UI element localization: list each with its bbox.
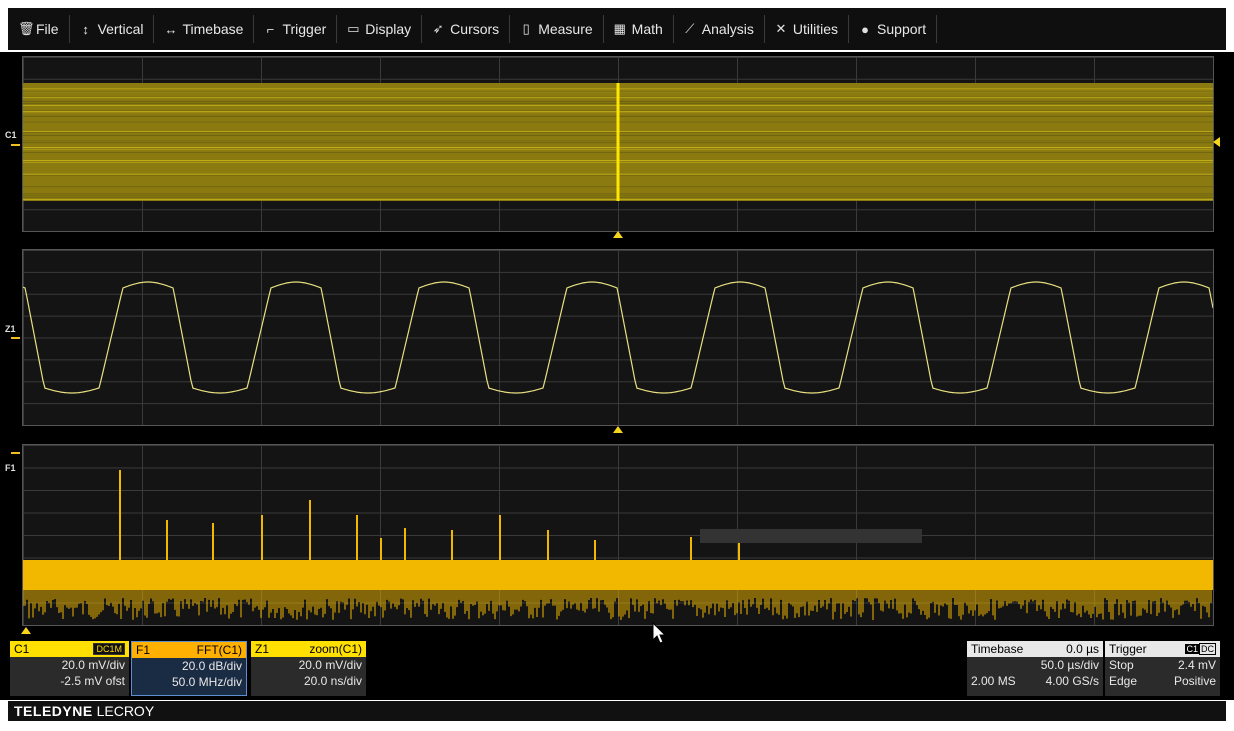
timebase-per-div: 50.0 µs/div <box>1040 658 1099 672</box>
trigger-coupling: DC <box>1199 643 1216 655</box>
trigger-title: Trigger <box>1109 642 1147 656</box>
menu-file[interactable]: 🗑 File <box>8 15 70 43</box>
menu-label: Support <box>877 21 927 37</box>
measure-icon: ▯ <box>522 21 530 36</box>
menu-label: Analysis <box>701 21 754 37</box>
zoom-position-marker[interactable] <box>613 426 623 433</box>
brand-bold: TELEDYNE <box>14 703 93 719</box>
z1-trace-grid[interactable] <box>22 249 1214 426</box>
trigger-position-marker[interactable] <box>613 231 623 238</box>
c1-descriptor[interactable]: C1 DC1M 20.0 mV/div -2.5 mV ofst <box>10 641 129 696</box>
menu-label: File <box>36 21 59 37</box>
z1-descriptor-header: Z1 zoom(C1) <box>251 641 366 657</box>
info-icon: ● <box>861 21 869 37</box>
trigger-flag-icon: ⌐ <box>266 21 275 37</box>
menu-label: Measure <box>538 21 593 37</box>
timebase-descriptor[interactable]: Timebase 0.0 µs 50.0 µs/div 2.00 MS 4.00… <box>967 641 1103 696</box>
menu-label: Trigger <box>282 21 327 37</box>
f1-descriptor[interactable]: F1 FFT(C1) 20.0 dB/div 50.0 MHz/div <box>131 641 247 696</box>
menu-label: Timebase <box>182 21 244 37</box>
z1-descriptor[interactable]: Z1 zoom(C1) 20.0 mV/div 20.0 ns/div <box>251 641 366 696</box>
f1-overlay-bar <box>700 529 922 543</box>
trigger-type-row: Edge Positive <box>1105 673 1220 689</box>
z1-hdiv: 20.0 ns/div <box>303 674 362 688</box>
trigger-source: C1 <box>1185 644 1199 654</box>
menu-math[interactable]: ▦ Math <box>604 15 674 43</box>
f1-descriptor-header: F1 FFT(C1) <box>132 642 246 658</box>
z1-vdiv: 20.0 mV/div <box>298 658 362 672</box>
z1-offset-marker[interactable] <box>11 337 20 339</box>
menu-label: Vertical <box>97 21 144 37</box>
mouse-pointer-icon <box>652 622 667 644</box>
display-icon: ▭ <box>347 21 360 36</box>
c1-descriptor-header: C1 DC1M <box>10 641 129 657</box>
trigger-level: 2.4 mV <box>1177 658 1216 672</box>
trigger-source-badge: C1 DC <box>1185 641 1216 657</box>
trigger-mode: Stop <box>1109 658 1134 672</box>
tools-icon: ✕ <box>775 21 787 36</box>
menu-support[interactable]: ● Support <box>849 15 938 43</box>
timebase-header: Timebase 0.0 µs <box>967 641 1103 657</box>
brand-logo: TELEDYNE LECROY <box>8 701 1226 721</box>
f1-trace-label: F1 <box>5 463 16 473</box>
c1-vdiv: 20.0 mV/div <box>61 658 125 672</box>
z1-trace <box>23 281 1213 394</box>
timebase-samples: 2.00 MS <box>971 674 1016 688</box>
f1-trace <box>23 470 1213 620</box>
menu-measure[interactable]: ▯ Measure <box>510 15 604 43</box>
c1-trace-grid[interactable] <box>22 56 1214 232</box>
menu-utilities[interactable]: ✕ Utilities <box>765 15 850 43</box>
z1-function: zoom(C1) <box>309 642 362 656</box>
z1-name: Z1 <box>255 642 270 656</box>
f1-hdiv: 50.0 MHz/div <box>171 675 242 689</box>
c1-name: C1 <box>14 642 30 656</box>
brand-normal: LECROY <box>96 703 155 719</box>
trigger-mode-row: Stop 2.4 mV <box>1105 657 1220 673</box>
menu-label: Math <box>631 21 663 37</box>
c1-offset: -2.5 mV ofst <box>60 674 125 688</box>
menu-vertical[interactable]: ↕ Vertical <box>70 15 155 43</box>
z1-trace-label: Z1 <box>5 324 16 334</box>
menu-label: Cursors <box>450 21 500 37</box>
timebase-title: Timebase <box>971 642 1024 656</box>
cursor-pointer-icon: ➶ <box>432 21 444 36</box>
menu-bar: 🗑 File ↕ Vertical ↔ Timebase ⌐ Trigger ▭ Disp… <box>8 8 1226 50</box>
f1-reference-marker[interactable] <box>21 627 31 634</box>
f1-vdiv: 20.0 dB/div <box>181 659 242 673</box>
timebase-delay: 0.0 µs <box>1066 642 1099 656</box>
horizontal-arrows-icon: ↔ <box>164 21 178 37</box>
trigger-slope: Positive <box>1173 674 1216 688</box>
trigger-type: Edge <box>1109 674 1138 688</box>
menu-trigger[interactable]: ⌐ Trigger <box>254 15 338 43</box>
timebase-acq-row: 2.00 MS 4.00 GS/s <box>967 673 1103 689</box>
trigger-header: Trigger C1 DC <box>1105 641 1220 657</box>
c1-trace <box>23 83 1213 201</box>
f1-noise-floor <box>23 560 1213 590</box>
timebase-rate: 4.00 GS/s <box>1045 674 1099 688</box>
z1-waveform <box>23 281 1213 394</box>
menu-label: Utilities <box>792 21 839 37</box>
menu-cursors[interactable]: ➶ Cursors <box>422 15 511 43</box>
f1-offset-marker[interactable] <box>11 452 20 454</box>
f1-function: FFT(C1) <box>196 643 242 657</box>
c1-offset-marker[interactable] <box>11 144 20 146</box>
menu-timebase[interactable]: ↔ Timebase <box>154 15 255 43</box>
menu-label: Display <box>365 21 412 37</box>
calculator-icon: ▦ <box>613 21 626 36</box>
menu-bar-frame: 🗑 File ↕ Vertical ↔ Timebase ⌐ Trigger ▭ Disp… <box>0 0 1234 52</box>
f1-name: F1 <box>136 643 151 657</box>
f1-trace-grid[interactable] <box>22 444 1214 626</box>
c1-coupling-badge: DC1M <box>93 643 125 655</box>
trigger-level-marker[interactable] <box>1213 137 1220 147</box>
menu-analysis[interactable]: ⟋ Analysis <box>674 15 765 43</box>
trash-icon: 🗑 <box>18 21 35 36</box>
vertical-arrows-icon: ↕ <box>82 21 89 37</box>
menu-display[interactable]: ▭ Display <box>337 15 423 43</box>
c1-trace-label: C1 <box>5 130 17 140</box>
trigger-descriptor[interactable]: Trigger C1 DC Stop 2.4 mV Edge Positive <box>1105 641 1220 696</box>
line-chart-icon: ⟋ <box>685 21 695 36</box>
